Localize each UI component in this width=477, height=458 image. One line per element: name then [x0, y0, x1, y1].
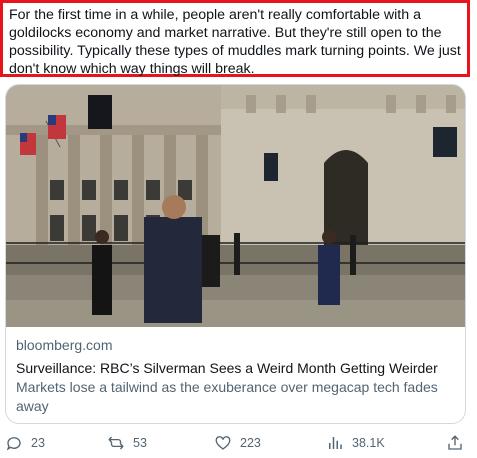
retweet-count: 53: [133, 436, 147, 450]
card-image: [6, 85, 465, 327]
like-button[interactable]: 223: [214, 434, 261, 452]
share-icon: [448, 435, 462, 450]
retweet-button[interactable]: 53: [107, 434, 147, 452]
reply-icon: [6, 437, 21, 451]
views-count: 38.1K: [352, 436, 385, 450]
views-button[interactable]: 38.1K: [326, 434, 385, 452]
views-icon: [329, 437, 342, 449]
like-count: 223: [240, 436, 261, 450]
link-card[interactable]: bloomberg.com Surveillance: RBC’s Silver…: [5, 84, 466, 424]
share-button[interactable]: [446, 434, 472, 452]
card-headline[interactable]: Surveillance: RBC’s Silverman Sees a Wei…: [16, 359, 455, 378]
action-bar: 23 53 223 38.1K: [0, 432, 477, 458]
retweet-icon: [108, 436, 124, 450]
tweet-text: For the first time in a while, people ar…: [0, 0, 470, 77]
card-meta: bloomberg.com Surveillance: RBC’s Silver…: [16, 336, 455, 416]
reply-count: 23: [31, 436, 45, 450]
card-description: Markets lose a tailwind as the exuberanc…: [16, 379, 438, 414]
like-icon: [215, 436, 231, 450]
reply-button[interactable]: 23: [5, 434, 45, 452]
card-domain: bloomberg.com: [16, 337, 113, 353]
